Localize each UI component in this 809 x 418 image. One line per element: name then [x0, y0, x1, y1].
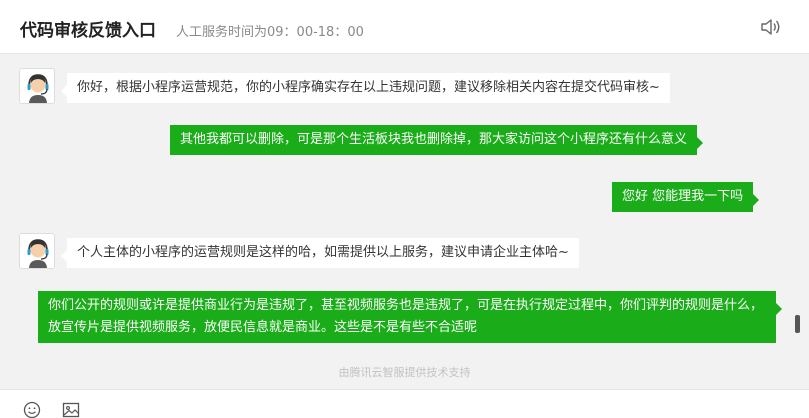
chat-area[interactable]: 你好，根据小程序运营规范，你的小程序确实存在以上违规问题，建议移除相关内容在提交…	[0, 55, 809, 388]
powered-by-note: 由腾讯云智服提供技术支持	[338, 366, 471, 379]
service-hours: 人工服务时间为09：00-18：00	[176, 25, 364, 40]
agent-message: 个人主体的小程序的运营规则是这样的哈，如需提供以上服务，建议申请企业主体哈~	[61, 238, 579, 268]
support-agent-icon	[20, 234, 54, 268]
chat-header: 代码审核反馈入口 人工服务时间为09：00-18：00	[0, 0, 809, 54]
user-message: 其他我都可以删除，可是那个生活板块我也删除掉，那大家访问这个小程序还有什么意义	[170, 125, 704, 155]
image-icon[interactable]	[62, 401, 80, 418]
support-agent-icon	[20, 69, 54, 103]
input-toolbar	[0, 389, 809, 418]
user-message: 你们公开的规则或许是提供商业行为是违规了，甚至视频服务也是违规了，可是在执行规定…	[38, 291, 782, 343]
agent-avatar	[19, 68, 55, 104]
emoji-icon[interactable]	[23, 401, 41, 418]
speaker-icon[interactable]	[760, 17, 782, 37]
scrollbar[interactable]	[795, 315, 800, 333]
page-title: 代码审核反馈入口	[20, 21, 156, 41]
agent-message: 你好，根据小程序运营规范，你的小程序确实存在以上违规问题，建议移除相关内容在提交…	[61, 73, 670, 103]
agent-avatar	[19, 233, 55, 269]
user-message: 您好 您能理我一下吗	[612, 182, 760, 212]
